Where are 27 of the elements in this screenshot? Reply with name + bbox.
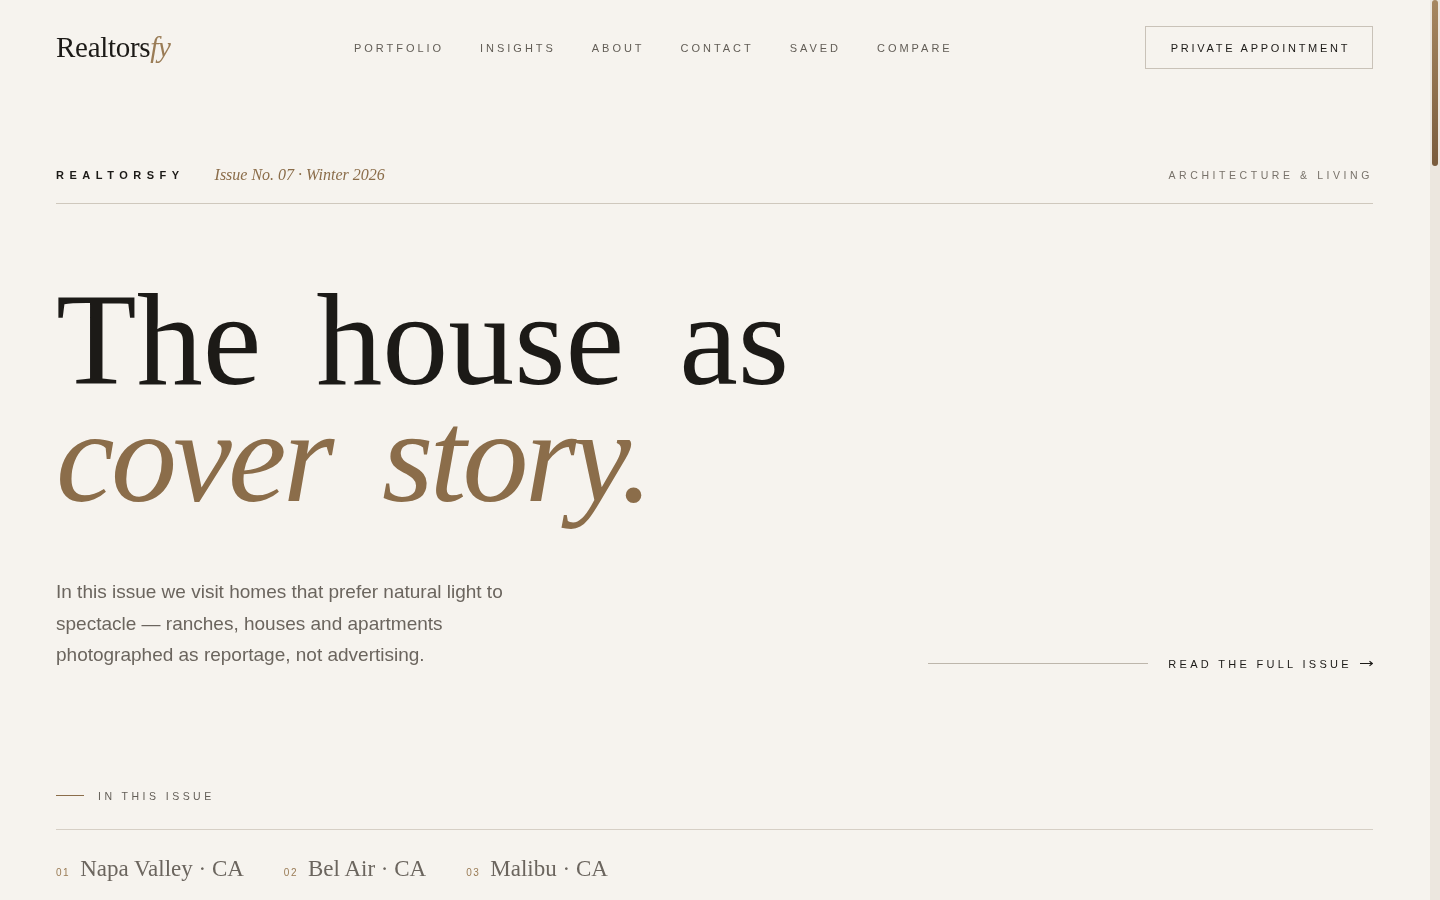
story-number: 01 <box>56 866 71 878</box>
issue-number: Issue No. 07 · Winter 2026 <box>214 166 385 183</box>
section-label: IN THIS ISSUE <box>98 789 215 802</box>
story-link[interactable]: 02 Bel Air · CA <box>283 855 427 882</box>
nav-link[interactable]: SAVED <box>789 41 842 54</box>
nav-link[interactable]: INSIGHTS <box>480 41 556 54</box>
section-label: ARCHITECTURE & LIVING <box>1168 169 1373 181</box>
story-link[interactable]: 03 Malibu · CA <box>466 855 608 882</box>
nav-link[interactable]: PORTFOLIO <box>354 41 445 54</box>
story-link[interactable]: 01 Napa Valley · CA <box>56 855 244 882</box>
nav-link[interactable]: ABOUT <box>591 41 645 54</box>
story-number: 02 <box>283 866 298 878</box>
nav-link[interactable]: CONTACT <box>680 41 754 54</box>
intro-paragraph: In this issue we visit homes that prefer natural light to spectacle — ranches, houses and apartments photographed as reportage, not advertising. <box>56 580 504 667</box>
arrow-right-icon <box>1360 660 1373 667</box>
masthead-brand: REALTORSFY <box>56 169 185 181</box>
read-issue-link[interactable]: READ THE FULL ISSUE <box>1168 657 1373 670</box>
story-place: Malibu · CA <box>490 855 608 882</box>
logo[interactable]: Realtorsfy <box>56 31 171 63</box>
story-number: 03 <box>466 866 481 878</box>
scrollbar[interactable] <box>1430 0 1440 900</box>
scrollbar-thumb[interactable] <box>1432 0 1438 166</box>
appointment-button[interactable]: PRIVATE APPOINTMENT <box>1145 26 1373 69</box>
nav-link[interactable]: COMPARE <box>877 41 953 54</box>
story-place: Napa Valley · CA <box>80 855 244 882</box>
story-place: Bel Air · CA <box>308 855 427 882</box>
hero-headline: The house as cover story. <box>56 281 790 532</box>
